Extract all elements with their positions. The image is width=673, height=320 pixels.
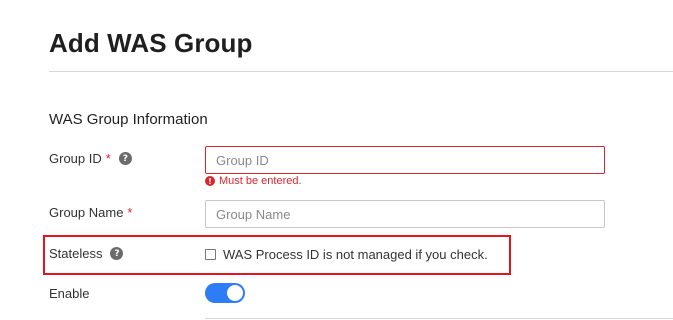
stateless-checkbox-label[interactable]: WAS Process ID is not managed if you che… bbox=[223, 247, 488, 262]
bottom-divider bbox=[205, 318, 673, 319]
group-id-label: Group ID bbox=[49, 151, 102, 166]
toggle-knob[interactable] bbox=[227, 285, 243, 301]
group-name-label: Group Name bbox=[49, 205, 124, 220]
required-mark: * bbox=[127, 205, 133, 220]
required-mark: * bbox=[105, 151, 111, 166]
group-id-error-text: Must be entered. bbox=[219, 175, 302, 187]
help-icon[interactable]: ? bbox=[110, 247, 124, 260]
group-id-label-row: Group ID * ? bbox=[49, 151, 132, 166]
group-name-input[interactable] bbox=[205, 200, 605, 228]
stateless-label: Stateless bbox=[49, 246, 103, 261]
page-title: Add WAS Group bbox=[49, 28, 253, 58]
stateless-checkbox-row[interactable]: WAS Process ID is not managed if you che… bbox=[205, 247, 488, 262]
stateless-checkbox[interactable] bbox=[205, 249, 216, 260]
title-divider bbox=[49, 71, 673, 72]
help-icon[interactable]: ? bbox=[118, 152, 132, 165]
add-was-group-page: Add WAS Group WAS Group Information Grou… bbox=[0, 0, 673, 320]
error-icon: ! bbox=[205, 176, 215, 186]
section-title: WAS Group Information bbox=[49, 111, 208, 128]
group-name-label-row: Group Name * bbox=[49, 205, 132, 220]
stateless-label-row: Stateless ? bbox=[49, 246, 124, 261]
group-id-input[interactable] bbox=[205, 146, 605, 174]
enable-toggle[interactable] bbox=[205, 283, 245, 303]
enable-label: Enable bbox=[49, 286, 90, 301]
enable-label-row: Enable bbox=[49, 286, 89, 301]
group-id-error: ! Must be entered. bbox=[205, 175, 302, 187]
